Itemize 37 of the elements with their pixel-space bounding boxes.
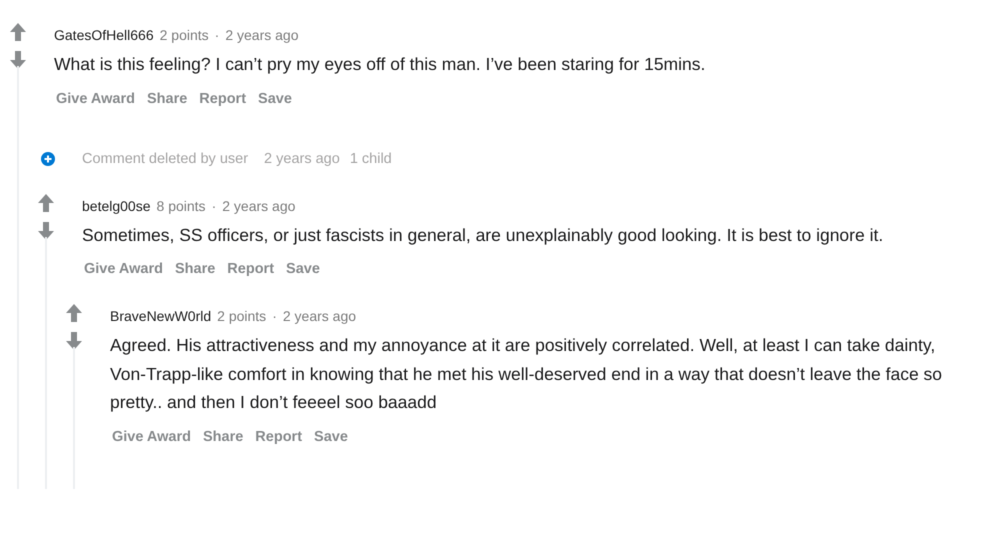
- comment-author[interactable]: GatesOfHell666: [54, 27, 154, 43]
- separator-dot: ·: [212, 198, 216, 214]
- comment-action-button[interactable]: Share: [170, 257, 220, 281]
- comment-time: 2 years ago: [225, 27, 298, 43]
- upvote-arrow-icon[interactable]: [66, 304, 82, 322]
- downvote-arrow-icon[interactable]: [10, 51, 26, 69]
- expand-plus-icon[interactable]: [41, 152, 55, 166]
- comment-action-button[interactable]: Give Award: [108, 424, 195, 448]
- upvote-arrow-icon[interactable]: [10, 23, 26, 41]
- comment-action-button[interactable]: Share: [198, 424, 248, 448]
- comment-action-button[interactable]: Save: [310, 424, 352, 448]
- downvote-arrow-icon[interactable]: [66, 332, 82, 350]
- comment-action-button[interactable]: Report: [195, 86, 250, 110]
- comment-action-button[interactable]: Share: [142, 86, 192, 110]
- comment-action-button[interactable]: Save: [254, 86, 296, 110]
- separator-dot: ·: [272, 308, 277, 324]
- comment-time: 2 years ago: [264, 150, 340, 166]
- comment-author[interactable]: BraveNewW0rld: [110, 308, 212, 324]
- comment-author[interactable]: betelg00se: [82, 198, 151, 214]
- comment-action-button[interactable]: Report: [251, 424, 306, 448]
- comment-points: 8 points: [156, 198, 206, 214]
- upvote-arrow-icon[interactable]: [38, 194, 54, 212]
- comment-action-button[interactable]: Report: [223, 257, 278, 281]
- comment-points: 2 points: [160, 27, 209, 43]
- comment-action-button[interactable]: Save: [282, 257, 324, 281]
- separator-dot: ·: [214, 27, 220, 43]
- comment-text: Agreed. His attractiveness and my annoyance at it are positively correlated. Well, at least I can take dainty, Von-Trapp-like comfort in knowing that he met his well-deserved end in a way that doesn’t leave the face so pretty.. and then I don’t feeeel soo baaadd: [110, 334, 944, 414]
- comment-points: 2 points: [217, 308, 266, 324]
- deleted-comment-text: Comment deleted by user: [82, 150, 248, 166]
- comment-text: What is this feeling? I can’t pry my eyes off of this man. I’ve been staring for 15mins.: [54, 53, 706, 76]
- comment-time: 2 years ago: [282, 308, 356, 324]
- downvote-arrow-icon[interactable]: [38, 222, 54, 240]
- comment-action-button[interactable]: Give Award: [52, 86, 139, 110]
- child-count: 1 child: [350, 150, 392, 166]
- comment-action-button[interactable]: Give Award: [80, 257, 167, 281]
- comment-time: 2 years ago: [222, 198, 296, 214]
- comment-text: Sometimes, SS officers, or just fascists in general, are unexplainably good looking. It is best to ignore it.: [82, 224, 884, 247]
